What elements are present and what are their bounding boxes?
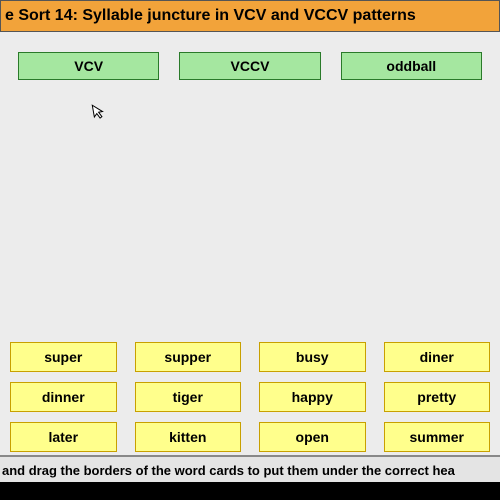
word-card[interactable]: kitten xyxy=(135,422,242,452)
word-label: busy xyxy=(296,349,329,365)
category-vccv[interactable]: VCCV xyxy=(179,52,320,80)
word-label: dinner xyxy=(42,389,85,405)
title-bar: e Sort 14: Syllable juncture in VCV and … xyxy=(0,0,500,32)
bottom-strip xyxy=(0,482,500,500)
category-oddball[interactable]: oddball xyxy=(341,52,482,80)
category-label: VCCV xyxy=(231,58,270,74)
word-label: later xyxy=(48,429,78,445)
word-label: open xyxy=(296,429,329,445)
word-label: happy xyxy=(292,389,333,405)
word-grid: super supper busy diner dinner tiger hap… xyxy=(0,342,500,452)
word-label: supper xyxy=(164,349,211,365)
word-card[interactable]: supper xyxy=(135,342,242,372)
cursor-icon xyxy=(91,102,109,127)
category-label: VCV xyxy=(74,58,103,74)
word-label: tiger xyxy=(173,389,203,405)
instruction-text: and drag the borders of the word cards t… xyxy=(2,463,455,478)
word-label: pretty xyxy=(417,389,456,405)
word-label: kitten xyxy=(169,429,206,445)
word-card[interactable]: later xyxy=(10,422,117,452)
word-card[interactable]: happy xyxy=(259,382,366,412)
title-text: e Sort 14: Syllable juncture in VCV and … xyxy=(5,7,416,24)
word-card[interactable]: dinner xyxy=(10,382,117,412)
word-label: super xyxy=(44,349,82,365)
category-label: oddball xyxy=(386,58,436,74)
word-card[interactable]: summer xyxy=(384,422,491,452)
word-card[interactable]: busy xyxy=(259,342,366,372)
word-card[interactable]: open xyxy=(259,422,366,452)
word-card[interactable]: pretty xyxy=(384,382,491,412)
word-card[interactable]: tiger xyxy=(135,382,242,412)
word-card[interactable]: super xyxy=(10,342,117,372)
category-row: VCV VCCV oddball xyxy=(0,32,500,80)
word-card[interactable]: diner xyxy=(384,342,491,372)
instruction-bar: and drag the borders of the word cards t… xyxy=(0,455,500,482)
category-vcv[interactable]: VCV xyxy=(18,52,159,80)
word-label: summer xyxy=(410,429,464,445)
word-label: diner xyxy=(420,349,454,365)
